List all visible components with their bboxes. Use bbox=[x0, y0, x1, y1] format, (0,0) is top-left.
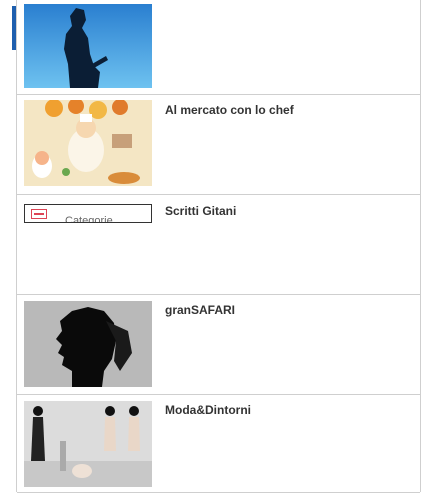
post-list: Al mercato con lo chef Categorie Scritti… bbox=[16, 0, 421, 493]
post-title[interactable]: Al mercato con lo chef bbox=[165, 103, 294, 117]
broken-image-icon bbox=[31, 209, 47, 219]
post-thumbnail[interactable] bbox=[24, 4, 152, 88]
category-select[interactable]: Categorie bbox=[24, 204, 152, 223]
list-item[interactable]: granSAFARI bbox=[17, 294, 420, 395]
list-item[interactable]: Al mercato con lo chef bbox=[17, 94, 420, 195]
post-title[interactable]: Moda&Dintorni bbox=[165, 403, 251, 417]
category-label: Categorie bbox=[65, 215, 113, 223]
post-thumbnail[interactable] bbox=[24, 100, 152, 186]
post-title[interactable]: granSAFARI bbox=[165, 303, 235, 317]
post-title[interactable]: Scritti Gitani bbox=[165, 204, 236, 218]
list-item[interactable]: Moda&Dintorni bbox=[17, 394, 420, 493]
post-thumbnail[interactable] bbox=[24, 401, 152, 487]
list-item[interactable] bbox=[17, 0, 420, 95]
post-thumbnail[interactable] bbox=[24, 301, 152, 387]
list-item[interactable]: Categorie Scritti Gitani bbox=[17, 194, 420, 295]
